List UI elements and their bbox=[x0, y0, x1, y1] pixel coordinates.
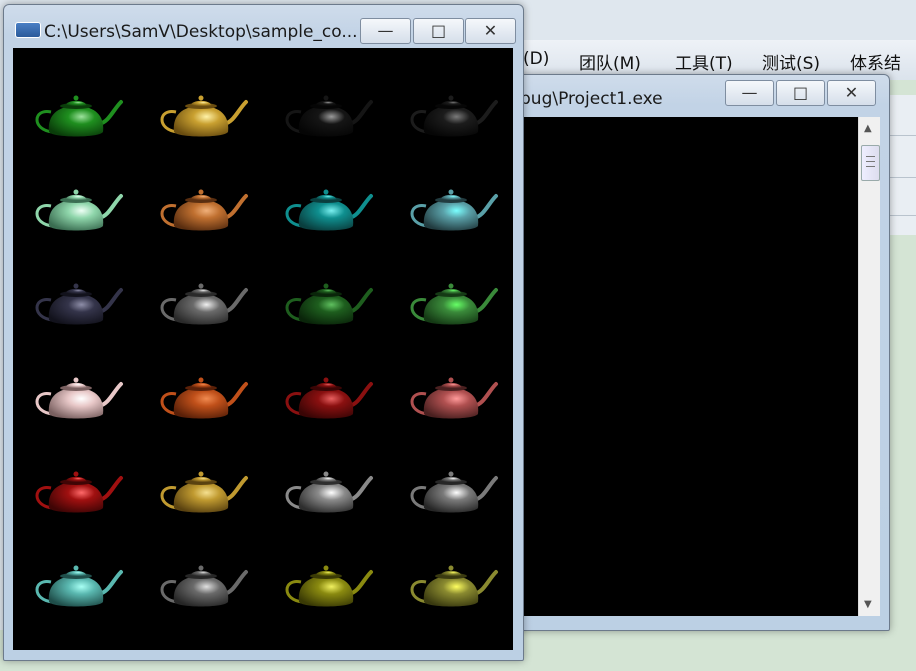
teapot-window-title: C:\Users\SamV\Desktop\sample_co... bbox=[44, 22, 357, 42]
ide-menu-tools[interactable]: 工具(T) bbox=[675, 49, 733, 74]
close-icon: ✕ bbox=[483, 21, 498, 40]
teapot-4-2 bbox=[160, 377, 248, 419]
teapot-1-3 bbox=[285, 95, 373, 137]
console-window: bug\Project1.exe — □ ✕ ▲ ▼ bbox=[507, 74, 890, 631]
teapot-4-4 bbox=[410, 377, 498, 419]
teapot-2-1 bbox=[35, 189, 123, 231]
ide-menu-team[interactable]: 团队(M) bbox=[579, 49, 641, 74]
teapot-window: C:\Users\SamV\Desktop\sample_co... — □ ✕ bbox=[3, 4, 524, 661]
maximize-button[interactable]: □ bbox=[776, 80, 825, 106]
maximize-icon: □ bbox=[430, 21, 447, 40]
teapot-6-3 bbox=[285, 565, 373, 607]
minimize-button[interactable]: — bbox=[360, 18, 411, 44]
minimize-button[interactable]: — bbox=[725, 80, 774, 106]
scroll-up-icon[interactable]: ▲ bbox=[864, 123, 872, 134]
console-output[interactable] bbox=[524, 117, 858, 616]
close-icon: ✕ bbox=[844, 83, 859, 102]
scroll-down-icon[interactable]: ▼ bbox=[864, 599, 872, 610]
teapot-6-2 bbox=[160, 565, 248, 607]
teapot-3-4 bbox=[410, 283, 498, 325]
console-window-title: bug\Project1.exe bbox=[520, 89, 663, 109]
teapot-canvas[interactable] bbox=[13, 48, 513, 650]
teapot-2-4 bbox=[410, 189, 498, 231]
teapot-5-2 bbox=[160, 471, 248, 513]
teapot-4-1 bbox=[35, 377, 123, 419]
teapot-2-3 bbox=[285, 189, 373, 231]
teapot-1-4 bbox=[410, 95, 498, 137]
app-icon bbox=[15, 22, 41, 38]
maximize-icon: □ bbox=[792, 83, 809, 102]
ide-menu-test[interactable]: 测试(S) bbox=[762, 49, 820, 74]
teapot-1-1 bbox=[35, 95, 123, 137]
teapot-2-2 bbox=[160, 189, 248, 231]
teapot-5-1 bbox=[35, 471, 123, 513]
teapot-4-3 bbox=[285, 377, 373, 419]
maximize-button[interactable]: □ bbox=[413, 18, 464, 44]
vertical-scrollbar[interactable]: ▲ ▼ bbox=[858, 117, 880, 616]
minimize-icon: — bbox=[741, 83, 758, 102]
close-button[interactable]: ✕ bbox=[827, 80, 876, 106]
teapot-1-2 bbox=[160, 95, 248, 137]
teapot-6-4 bbox=[410, 565, 498, 607]
teapot-3-1 bbox=[35, 283, 123, 325]
teapot-5-3 bbox=[285, 471, 373, 513]
minimize-icon: — bbox=[377, 21, 394, 40]
close-button[interactable]: ✕ bbox=[465, 18, 516, 44]
teapot-3-2 bbox=[160, 283, 248, 325]
teapot-6-1 bbox=[35, 565, 123, 607]
teapot-3-3 bbox=[285, 283, 373, 325]
scrollbar-thumb[interactable] bbox=[861, 145, 880, 181]
teapot-5-4 bbox=[410, 471, 498, 513]
ide-menu-debug[interactable]: (D) bbox=[523, 49, 549, 69]
